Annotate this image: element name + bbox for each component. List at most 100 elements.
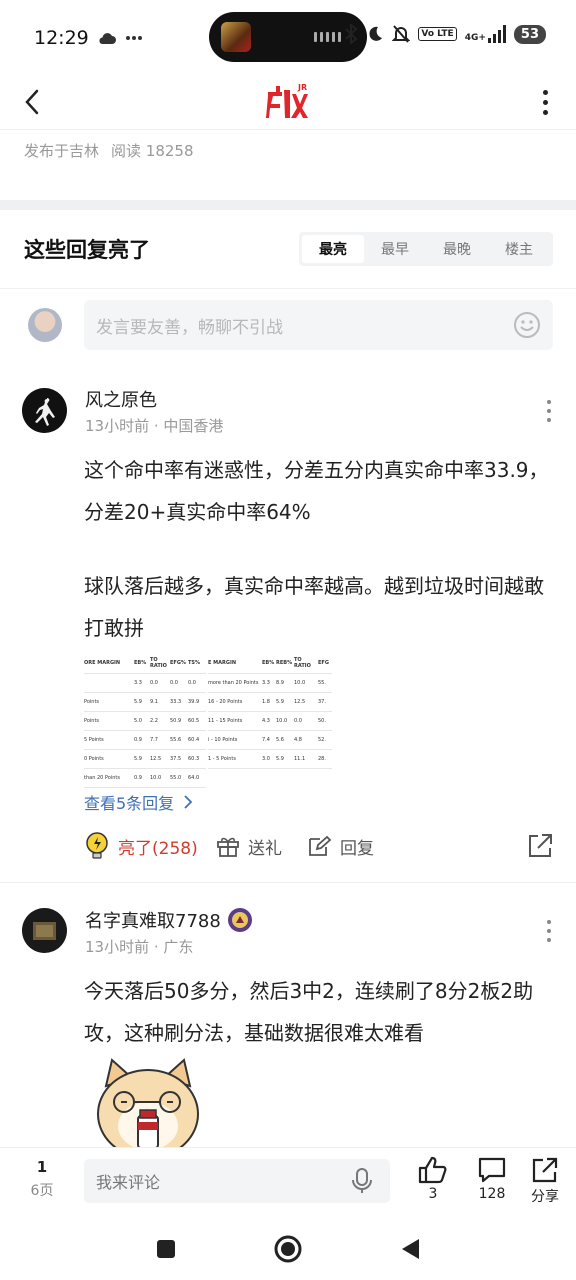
table-cell: 0.0	[170, 680, 178, 686]
share-button[interactable]: 分享	[520, 1156, 570, 1206]
comment-meta: 13小时前 · 广东	[85, 938, 194, 956]
now-playing-art	[221, 22, 251, 52]
back-nav-button[interactable]	[394, 1233, 426, 1265]
stats-image-right[interactable]: E MARGIN EB% REB% TO RATIO EFG more than…	[208, 652, 332, 769]
replies-header: 这些回复亮了 最亮 最早 最晚 楼主	[0, 226, 576, 272]
page-total: 6页	[30, 1183, 54, 1199]
table-cell: 10.0	[294, 680, 306, 686]
table-row: 5 Points 0.9 7.7 55.6 60.4	[84, 731, 206, 750]
table-cell: 60.3	[188, 756, 200, 762]
post-location: 发布于吉林	[24, 142, 100, 160]
table-row: Points 5.9 9.1 33.3 39.9	[84, 693, 206, 712]
share-icon[interactable]	[526, 832, 554, 860]
comment-more-button[interactable]	[544, 400, 554, 422]
table-cell: 55.6	[170, 737, 182, 743]
cloud-icon	[99, 33, 116, 44]
tab-brightest[interactable]: 最亮	[302, 235, 364, 263]
sort-tabs: 最亮 最早 最晚 楼主	[299, 232, 553, 266]
table-cell: 60.5	[188, 718, 200, 724]
comment-more-button[interactable]	[544, 920, 554, 942]
user-avatar[interactable]	[22, 388, 67, 433]
table-cell: 55.	[318, 680, 326, 686]
thumbs-up-icon	[418, 1156, 447, 1184]
table-cell: 50.9	[170, 718, 182, 724]
table-cell: 8.9	[276, 680, 284, 686]
table-cell: 37.	[318, 699, 326, 705]
stats-image-left[interactable]: ORE MARGIN EB% TO RATIO EFG% TS% 3.3 0.0 0…	[84, 652, 206, 788]
table-cell: 12.5	[150, 756, 162, 762]
comment-input[interactable]: 我来评论	[84, 1159, 390, 1203]
comment-meta: 13小时前 · 中国香港	[85, 417, 224, 435]
user-avatar[interactable]	[22, 908, 67, 953]
comment-text: 今天落后50多分，然后3中2，连续刷了8分2板2助攻，这种刷分法，基础数据很难太…	[84, 979, 534, 1045]
comment-bubble-icon	[478, 1157, 506, 1183]
chevron-right-icon	[184, 795, 193, 809]
table-cell: 5.9	[134, 756, 142, 762]
share-icon	[532, 1157, 558, 1183]
microphone-icon[interactable]	[348, 1167, 376, 1195]
table-cell: 4.8	[294, 737, 302, 743]
square-icon	[157, 1240, 175, 1258]
hupu-logo[interactable]: JR	[264, 80, 312, 122]
table-cell: 10.0	[150, 775, 162, 781]
dynamic-island[interactable]	[209, 12, 367, 62]
table-cell: 3.3	[262, 680, 270, 686]
user-badge-icon	[227, 908, 252, 932]
shiba-sticker-image[interactable]	[92, 1056, 204, 1148]
my-avatar[interactable]	[28, 308, 62, 342]
reply-button[interactable]: 回复	[308, 830, 374, 862]
tab-earliest[interactable]: 最早	[364, 235, 426, 263]
view-replies-label: 查看5条回复	[84, 794, 175, 813]
table-cell: 5.9	[134, 699, 142, 705]
user-name[interactable]: 风之原色	[85, 386, 157, 412]
back-button[interactable]	[14, 84, 50, 120]
signal-icon	[487, 25, 506, 43]
comments-button[interactable]: 128	[467, 1156, 517, 1202]
tab-latest[interactable]: 最晚	[426, 235, 488, 263]
table-row: more than 20 Points 3.3 8.9 10.0 55.	[208, 674, 332, 693]
table-cell: 64.0	[188, 775, 200, 781]
page-current: 1	[36, 1158, 48, 1176]
recent-apps-button[interactable]	[150, 1233, 182, 1265]
table-cell: 50.	[318, 718, 326, 724]
mute-bell-icon	[392, 25, 411, 43]
table-cell: 1.8	[262, 699, 270, 705]
table-cell: 37.5	[170, 756, 182, 762]
gift-label: 送礼	[248, 838, 282, 859]
more-options-button[interactable]	[530, 84, 560, 120]
table-cell: 11 - 15 Points	[208, 718, 243, 724]
comment-placeholder: 我来评论	[96, 1173, 161, 1192]
bottom-bar: 1 6页 我来评论 3 128 分享	[0, 1147, 576, 1219]
user-name[interactable]: 名字真难取7788	[85, 907, 221, 933]
table-row: i - 10 Points 7.4 5.6 4.8 52.	[208, 731, 332, 750]
tab-op-only[interactable]: 楼主	[488, 235, 550, 263]
more-notifications-icon	[125, 36, 142, 40]
like-count: 3	[428, 1186, 438, 1202]
light-button[interactable]: 亮了(258)	[84, 830, 198, 862]
comment-text: 这个命中率有迷惑性，分差五分内真实命中率33.9，分差20+真实命中率64%	[84, 458, 549, 524]
divider	[0, 288, 576, 289]
table-cell: 9.1	[150, 699, 158, 705]
emoji-icon[interactable]	[513, 311, 541, 339]
moon-icon	[369, 26, 383, 41]
table-cell: 0 Points	[84, 756, 104, 762]
table-cell: 5 Points	[84, 737, 104, 743]
view-replies-link[interactable]: 查看5条回复	[84, 790, 193, 814]
edit-reply-icon	[309, 835, 332, 856]
table-cell: 0.9	[134, 775, 142, 781]
table-row: 3.3 0.0 0.0 0.0	[84, 674, 206, 693]
home-button[interactable]	[272, 1233, 304, 1265]
table-row: 0 Points 5.9 12.5 37.5 60.3	[84, 750, 206, 769]
like-button[interactable]: 3	[408, 1156, 458, 1202]
table-cell: 3.0	[262, 756, 270, 762]
audio-wave-icon	[314, 32, 341, 42]
table-cell: 0.0	[150, 680, 158, 686]
gift-button[interactable]: 送礼	[216, 830, 282, 862]
table-cell: 33.3	[170, 699, 182, 705]
compose-input[interactable]: 发言要友善，畅聊不引战	[84, 300, 553, 350]
page-indicator[interactable]: 1 6页	[22, 1158, 62, 1200]
table-cell: 4.3	[262, 718, 270, 724]
compose-row: 发言要友善，畅聊不引战	[0, 300, 576, 352]
bluetooth-icon	[345, 24, 358, 44]
battery-indicator: 53	[513, 24, 546, 44]
